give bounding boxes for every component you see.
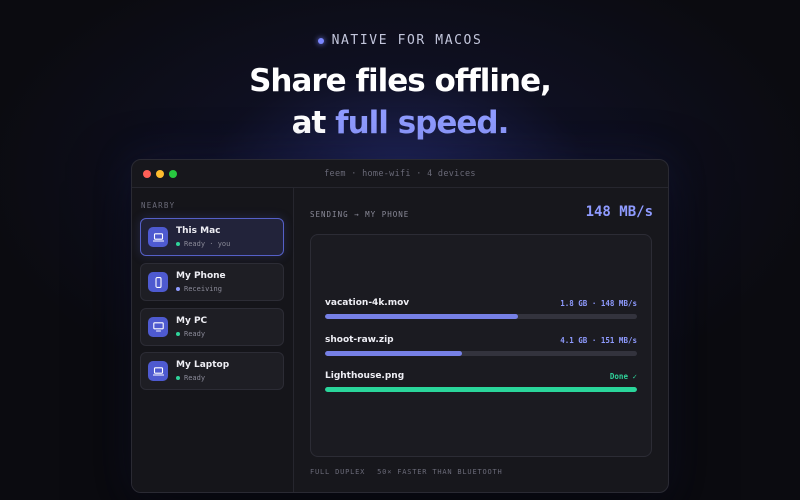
eyebrow-text: NATIVE FOR MACOS <box>331 33 483 48</box>
device-name: This Mac <box>176 226 221 236</box>
device-status: Ready <box>176 330 205 338</box>
device-my-pc[interactable]: My PC Ready <box>140 308 284 346</box>
footer-item: FULL DUPLEX <box>310 468 366 476</box>
app-window: feem · home-wifi · 4 devices NEARBY This… <box>131 159 669 493</box>
eyebrow: NATIVE FOR MACOS <box>0 33 800 48</box>
progress-track <box>325 314 637 319</box>
headline-line-2: at full speed. <box>0 102 800 144</box>
status-dot <box>176 376 180 380</box>
footer-item: 50× FASTER THAN BLUETOOTH <box>377 468 503 476</box>
sidebar-header: NEARBY <box>141 201 176 210</box>
phone-icon <box>148 272 168 292</box>
status-dot <box>176 242 180 246</box>
file-name: Lighthouse.png <box>325 371 405 381</box>
device-status: Ready · you <box>176 240 230 248</box>
sending-label: SENDING → MY PHONE <box>310 210 410 219</box>
headline-prefix: at <box>291 105 336 141</box>
file-meta: Done ✓ <box>609 372 637 381</box>
file-meta: 4.1 GB · 151 MB/s <box>560 336 637 345</box>
device-status: Ready <box>176 374 205 382</box>
laptop-icon <box>148 227 168 247</box>
headline: Share files offline, at full speed. <box>0 60 800 144</box>
device-status-text: Receiving <box>184 285 222 293</box>
progress-fill <box>325 387 637 392</box>
eyebrow-dot <box>317 37 324 44</box>
status-dot <box>176 287 180 291</box>
main-pane: SENDING → MY PHONE 148 MB/s vacation-4k.… <box>294 188 668 492</box>
footer: FULL DUPLEX 50× FASTER THAN BLUETOOTH <box>310 468 503 476</box>
titlebar: feem · home-wifi · 4 devices <box>132 160 668 188</box>
monitor-icon <box>148 317 168 337</box>
status-dot <box>176 332 180 336</box>
device-name: My PC <box>176 316 208 326</box>
file-name: shoot-raw.zip <box>325 335 394 345</box>
device-name: My Phone <box>176 271 226 281</box>
device-status-text: Ready <box>184 374 206 382</box>
device-this-mac[interactable]: This Mac Ready · you <box>140 218 284 256</box>
transfer-speed: 148 MB/s <box>585 204 653 220</box>
sidebar: NEARBY This Mac Ready · you My Phone Rec… <box>132 188 294 492</box>
laptop-icon <box>148 361 168 381</box>
progress-track <box>325 387 637 392</box>
transfer-panel: vacation-4k.mov 1.8 GB · 148 MB/s shoot-… <box>310 234 652 457</box>
device-status-text: Ready · you <box>184 240 231 248</box>
file-name: vacation-4k.mov <box>325 298 410 308</box>
device-status-text: Ready <box>184 330 206 338</box>
headline-accent: full speed. <box>335 105 509 141</box>
file-meta: 1.8 GB · 148 MB/s <box>560 299 637 308</box>
progress-fill <box>325 314 519 319</box>
device-status: Receiving <box>176 285 222 293</box>
headline-line-1: Share files offline, <box>249 63 552 99</box>
progress-track <box>325 351 637 356</box>
device-my-phone[interactable]: My Phone Receiving <box>140 263 284 301</box>
device-name: My Laptop <box>176 360 230 370</box>
progress-fill <box>325 351 463 356</box>
window-title: feem · home-wifi · 4 devices <box>324 169 476 179</box>
device-my-laptop[interactable]: My Laptop Ready <box>140 352 284 390</box>
